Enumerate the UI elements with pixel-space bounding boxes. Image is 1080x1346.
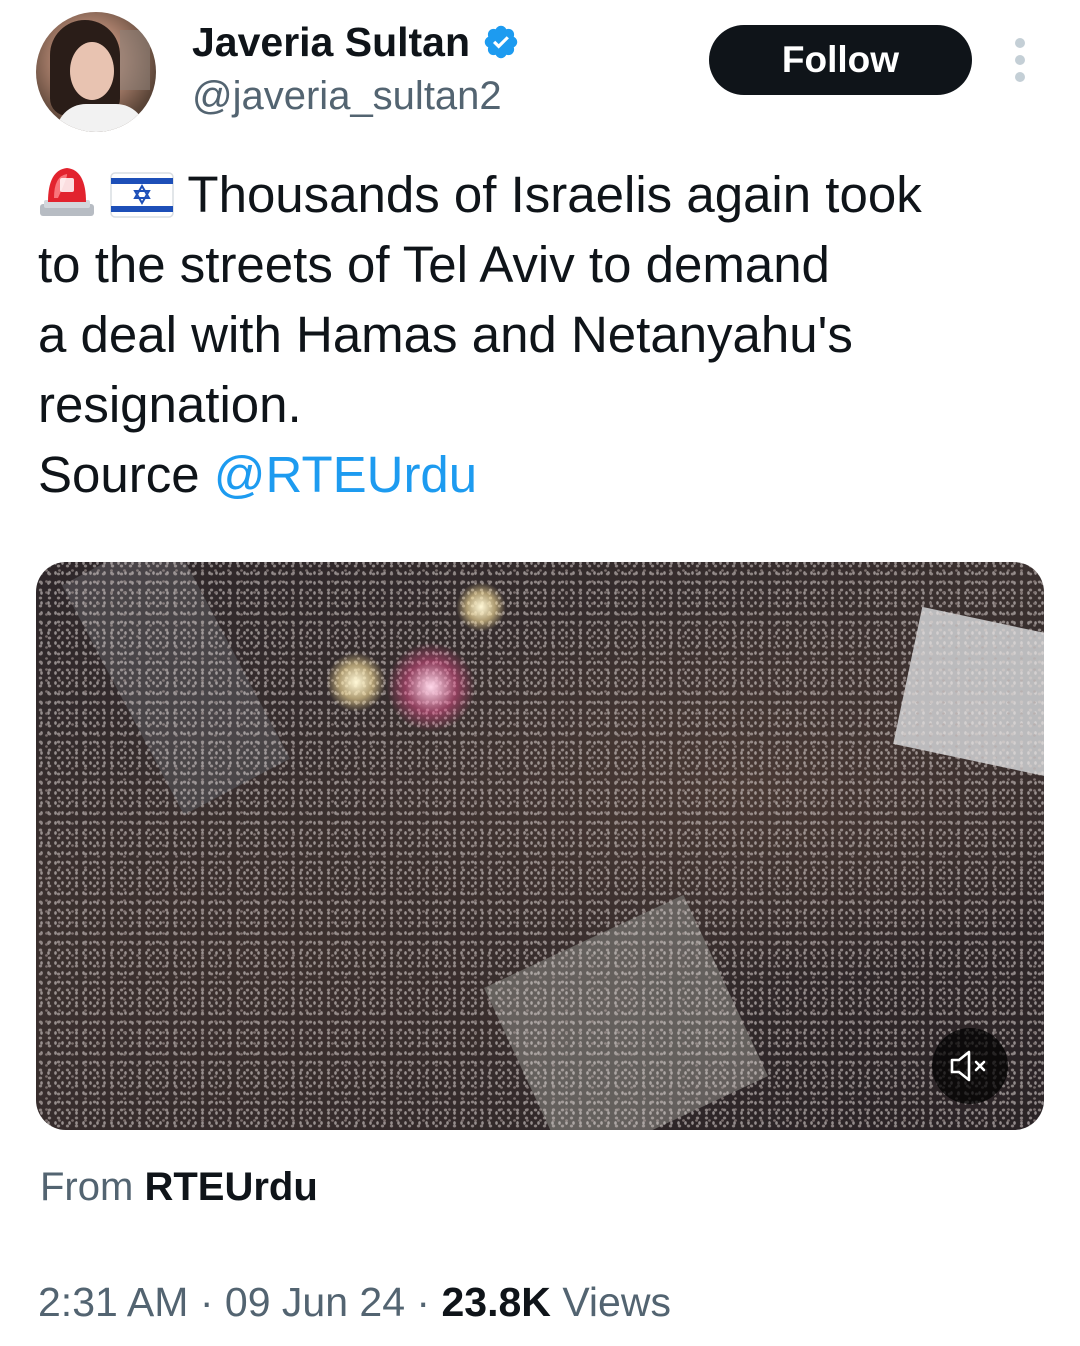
author-display-name[interactable]: Javeria Sultan	[192, 18, 470, 66]
tweet-source-line: Source @RTEUrdu	[38, 440, 1048, 510]
video-crowd-texture	[36, 562, 1044, 1130]
mute-button[interactable]	[932, 1028, 1008, 1104]
tweet-text-line: Thousands of Israelis again took	[187, 166, 922, 223]
author-name-row[interactable]: Javeria Sultan	[192, 18, 520, 66]
views-count: 23.8K	[441, 1279, 551, 1325]
more-options-icon[interactable]	[1005, 38, 1035, 82]
video-attribution: From RTEUrdu	[40, 1162, 318, 1212]
avatar-shirt	[56, 104, 146, 132]
more-dot	[1015, 38, 1025, 48]
meta-separator: ·	[416, 1279, 431, 1325]
author-handle[interactable]: @javeria_sultan2	[192, 72, 502, 120]
mute-icon	[950, 1050, 986, 1082]
author-avatar[interactable]	[36, 12, 156, 132]
tweet-meta: 2:31 AM · 09 Jun 24 · 23.8K Views	[38, 1276, 671, 1328]
from-account-link[interactable]: RTEUrdu	[144, 1165, 317, 1209]
israel-flag-emoji-icon	[110, 172, 174, 218]
meta-separator: ·	[199, 1279, 214, 1325]
avatar-background	[120, 30, 150, 90]
avatar-face	[70, 42, 114, 100]
tweet-text: Thousands of Israelis again took to the …	[38, 160, 1048, 510]
source-mention-link[interactable]: @RTEUrdu	[214, 446, 477, 503]
tweet-video[interactable]	[36, 562, 1044, 1130]
tweet-text-line: a deal with Hamas and Netanyahu's	[38, 306, 853, 363]
tweet-line-1: Thousands of Israelis again took	[38, 160, 1048, 230]
verified-badge-icon	[484, 25, 518, 59]
video-light	[386, 642, 476, 732]
source-prefix: Source	[38, 446, 200, 503]
video-light	[326, 652, 386, 712]
more-dot	[1015, 72, 1025, 82]
views-label: Views	[562, 1279, 671, 1325]
tweet-text-line: resignation.	[38, 376, 302, 433]
from-prefix: From	[40, 1165, 134, 1209]
video-light	[456, 582, 506, 632]
tweet-date[interactable]: 09 Jun 24	[225, 1279, 405, 1325]
follow-button[interactable]: Follow	[709, 25, 972, 95]
police-light-emoji-icon	[40, 168, 94, 216]
more-dot	[1015, 55, 1025, 65]
tweet-time[interactable]: 2:31 AM	[38, 1279, 188, 1325]
tweet-text-line: to the streets of Tel Aviv to demand	[38, 236, 830, 293]
